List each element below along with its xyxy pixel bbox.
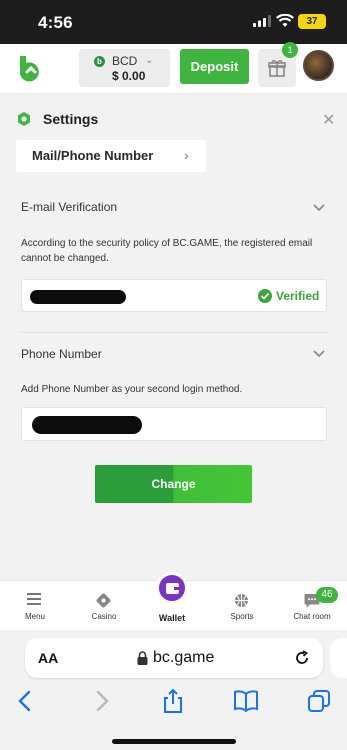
wallet-icon xyxy=(166,583,179,594)
change-button[interactable]: Change xyxy=(95,465,252,503)
nav-item-menu[interactable]: Menu xyxy=(5,581,65,631)
sports-ball-icon xyxy=(235,594,248,607)
bottom-nav: Menu Casino Wallet Sports Chat room 46 xyxy=(0,572,347,631)
divider xyxy=(21,332,327,333)
phone-section-title: Phone Number xyxy=(21,347,102,361)
url-text: bc.game xyxy=(153,649,215,666)
check-circle-icon xyxy=(258,289,272,303)
wifi-icon xyxy=(276,14,294,27)
nav-label: Sports xyxy=(230,612,254,621)
nav-label: Wallet xyxy=(158,613,186,623)
gift-icon xyxy=(268,60,286,77)
tabs-icon[interactable] xyxy=(306,688,332,714)
balance-amount: $ 0.00 xyxy=(112,69,146,83)
forward-arrow-icon[interactable] xyxy=(88,688,114,714)
close-icon[interactable]: ✕ xyxy=(322,110,335,130)
casino-icon xyxy=(96,593,111,608)
settings-panel: Settings ✕ Mail/Phone Number › E-mail Ve… xyxy=(0,94,347,580)
next-tab-peek[interactable] xyxy=(330,638,347,678)
text-size-button[interactable]: AA xyxy=(38,650,58,666)
nav-item-sports[interactable]: Sports xyxy=(212,581,272,631)
phone-field[interactable] xyxy=(21,407,327,441)
nav-label: Menu xyxy=(24,612,45,621)
back-arrow-icon[interactable] xyxy=(13,688,39,714)
settings-header: Settings ✕ xyxy=(0,94,347,138)
ios-status-bar: 4:56 37 xyxy=(0,0,347,44)
home-indicator xyxy=(112,739,236,744)
nav-label: Casino xyxy=(91,612,117,621)
nav-label: Chat room xyxy=(293,612,331,621)
email-field: Verified xyxy=(21,279,327,312)
email-policy-text: According to the security policy of BC.G… xyxy=(21,238,313,264)
tab-label: Mail/Phone Number xyxy=(32,148,154,163)
avatar[interactable] xyxy=(303,50,334,81)
deposit-button[interactable]: Deposit xyxy=(180,49,249,84)
settings-gear-icon xyxy=(18,112,30,126)
wallet-balance-selector[interactable]: b BCD ⌄ $ 0.00 xyxy=(79,49,170,87)
url-field[interactable]: AA bc.game xyxy=(25,638,323,678)
redacted-email xyxy=(30,290,126,304)
wallet-nav-button[interactable] xyxy=(156,572,188,604)
chevron-right-icon: › xyxy=(184,147,189,163)
status-time: 4:56 xyxy=(38,13,73,32)
bcd-coin-icon: b xyxy=(94,56,105,67)
screen: 4:56 37 b BCD ⌄ $ 0.00 Deposit 1 Setting… xyxy=(0,0,347,750)
menu-icon xyxy=(27,593,41,605)
currency-code: BCD xyxy=(112,54,138,68)
browser-address-bar: AA bc.game xyxy=(0,630,347,682)
share-icon[interactable] xyxy=(160,688,186,714)
bc-game-logo-icon[interactable] xyxy=(16,54,42,82)
chevron-down-icon: ⌄ xyxy=(145,55,154,66)
chat-unread-badge: 46 xyxy=(316,587,338,603)
page-title: Settings xyxy=(43,111,99,127)
email-section-title: E-mail Verification xyxy=(21,200,118,214)
chevron-down-icon[interactable] xyxy=(313,350,325,358)
nav-item-casino[interactable]: Casino xyxy=(74,581,134,631)
gift-count-badge: 1 xyxy=(282,42,298,58)
redacted-phone xyxy=(32,416,142,434)
browser-toolbar xyxy=(0,682,347,750)
battery-indicator: 37 xyxy=(298,14,326,29)
verified-status: Verified xyxy=(276,289,320,303)
app-header: b BCD ⌄ $ 0.00 Deposit 1 xyxy=(0,42,347,94)
reload-icon[interactable] xyxy=(294,650,310,666)
chevron-down-icon[interactable] xyxy=(313,204,325,212)
bookmarks-icon[interactable] xyxy=(233,688,259,714)
phone-description: Add Phone Number as your second login me… xyxy=(21,384,243,395)
tab-mail-phone-number[interactable]: Mail/Phone Number › xyxy=(16,140,206,172)
lock-icon xyxy=(137,651,148,665)
cellular-signal-icon xyxy=(253,15,271,27)
